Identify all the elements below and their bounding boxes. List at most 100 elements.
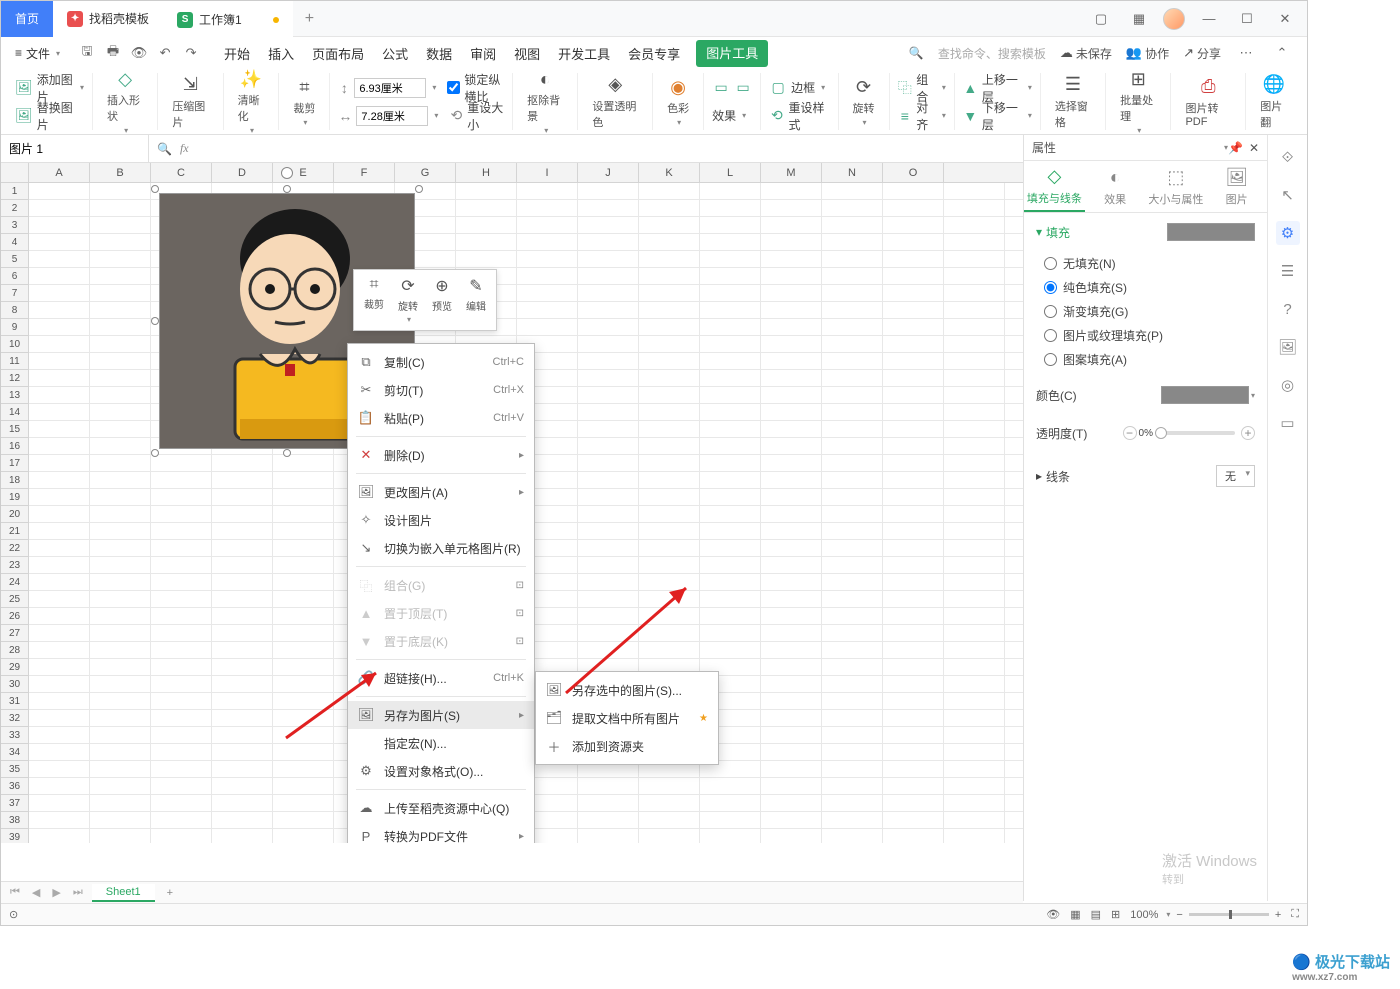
row-header[interactable]: 29 (1, 659, 29, 676)
line-select[interactable]: 无 (1216, 465, 1255, 487)
sheet-nav-last[interactable]: ⏭ (70, 886, 86, 899)
menu-tab-formula[interactable]: 公式 (380, 40, 410, 67)
float-edit-button[interactable]: ✎编辑 (460, 274, 492, 326)
row-header[interactable]: 12 (1, 370, 29, 387)
sub-add-assets[interactable]: ＋添加到资源夹 (536, 732, 718, 760)
sheet-nav-first[interactable]: ⏮ (7, 886, 23, 899)
view-break-icon[interactable]: ⊞ (1111, 908, 1120, 921)
row-header[interactable]: 1 (1, 183, 29, 200)
ctx-embed-cell[interactable]: ↘切换为嵌入单元格图片(R) (348, 534, 534, 562)
row-header[interactable]: 36 (1, 778, 29, 795)
lock-ratio-checkbox[interactable] (447, 81, 460, 94)
row-header[interactable]: 24 (1, 574, 29, 591)
row-header[interactable]: 6 (1, 268, 29, 285)
strip-device-icon[interactable]: ▭ (1276, 411, 1300, 435)
sheet-tab[interactable]: Sheet1 (92, 884, 155, 902)
menu-tab-picture-tools[interactable]: 图片工具 (696, 40, 768, 67)
fx-icon[interactable]: fx (180, 141, 189, 156)
sheet-nav-next[interactable]: ▶ (49, 886, 63, 899)
strip-select-icon[interactable]: ↖ (1276, 183, 1300, 207)
ctx-design-pic[interactable]: ✧设计图片 (348, 506, 534, 534)
row-header[interactable]: 5 (1, 251, 29, 268)
row-header[interactable]: 30 (1, 676, 29, 693)
row-header[interactable]: 13 (1, 387, 29, 404)
row-header[interactable]: 14 (1, 404, 29, 421)
row-header[interactable]: 20 (1, 506, 29, 523)
col-header[interactable]: O (883, 163, 944, 182)
select-all-corner[interactable] (1, 163, 29, 182)
share-button[interactable]: ↗分享 (1183, 45, 1221, 62)
fullscreen-icon[interactable]: ⛶ (1291, 908, 1299, 921)
ctx-save-as-pic[interactable]: 🖼另存为图片(S)▸ (348, 701, 534, 729)
tab-template[interactable]: ✦找稻壳模板 (53, 1, 163, 37)
col-header[interactable]: K (639, 163, 700, 182)
avatar[interactable] (1163, 8, 1185, 30)
fill-section-header[interactable]: ▾ 填充 (1036, 223, 1255, 241)
search-icon[interactable]: 🔍 (909, 46, 924, 60)
col-header[interactable]: E (273, 163, 334, 182)
panel-tab-fill[interactable]: ◇填充与线条 (1024, 161, 1085, 212)
opacity-slider[interactable] (1155, 431, 1235, 435)
col-header[interactable]: H (456, 163, 517, 182)
row-header[interactable]: 31 (1, 693, 29, 710)
col-header[interactable]: J (578, 163, 639, 182)
col-header[interactable]: A (29, 163, 90, 182)
menu-tab-data[interactable]: 数据 (424, 40, 454, 67)
rotate-button[interactable]: ⟳旋转▾ (847, 74, 881, 129)
reset-size-button[interactable]: 重设大小 (467, 99, 504, 133)
fill-gradient-radio[interactable]: 渐变填充(G) (1036, 299, 1255, 323)
ctx-hyperlink[interactable]: 🔗超链接(H)...Ctrl+K (348, 664, 534, 692)
tab-workbook[interactable]: S工作簿1 (163, 1, 293, 37)
float-crop-button[interactable]: ⌗裁剪 (358, 274, 390, 326)
bring-forward-button[interactable]: ▲上移一层▾ (963, 74, 1032, 102)
view-normal-icon[interactable]: ▦ (1070, 908, 1080, 921)
height-input[interactable] (356, 106, 428, 126)
save-icon[interactable]: 🖫 (76, 42, 98, 64)
row-header[interactable]: 37 (1, 795, 29, 812)
pin-icon[interactable]: 📌 (1228, 141, 1243, 155)
row-header[interactable]: 39 (1, 829, 29, 843)
strip-help-icon[interactable]: ? (1276, 297, 1300, 321)
row-header[interactable]: 15 (1, 421, 29, 438)
fill-pattern-radio[interactable]: 图案填充(A) (1036, 347, 1255, 371)
effect-button[interactable]: 效果▾ (712, 102, 752, 130)
row-header[interactable]: 21 (1, 523, 29, 540)
sub-extract-all[interactable]: 🗂提取文档中所有图片★ (536, 704, 718, 732)
col-header[interactable]: M (761, 163, 822, 182)
unsaved-button[interactable]: ☁未保存 (1060, 45, 1112, 62)
panel-tab-effect[interactable]: ◐效果 (1085, 161, 1146, 212)
remove-bg-button[interactable]: ◐抠除背景▾ (521, 66, 569, 137)
view-eye-icon[interactable]: 👁 (1046, 908, 1060, 921)
ctx-upload-docer[interactable]: ☁上传至稻壳资源中心(Q) (348, 794, 534, 822)
strip-list-icon[interactable]: ☰ (1276, 259, 1300, 283)
row-header[interactable]: 7 (1, 285, 29, 302)
preview-icon[interactable]: 👁 (128, 42, 150, 64)
search-input[interactable]: 查找命令、搜索模板 (938, 45, 1046, 62)
col-header[interactable]: L (700, 163, 761, 182)
fill-pic-radio[interactable]: 图片或纹理填充(P) (1036, 323, 1255, 347)
color-button[interactable]: ◉色彩▾ (661, 74, 695, 129)
row-header[interactable]: 4 (1, 234, 29, 251)
apps-icon[interactable]: ▦ (1125, 5, 1153, 33)
fill-preview[interactable] (1167, 223, 1255, 241)
row-header[interactable]: 25 (1, 591, 29, 608)
menu-tab-layout[interactable]: 页面布局 (310, 40, 366, 67)
layout-icon[interactable]: ▢ (1087, 5, 1115, 33)
color-picker[interactable] (1161, 386, 1249, 404)
set-transparent-button[interactable]: ◈设置透明色 (586, 72, 644, 132)
collab-button[interactable]: 👥协作 (1126, 45, 1169, 62)
align-button[interactable]: ≡对齐▾ (898, 102, 946, 130)
row-header[interactable]: 28 (1, 642, 29, 659)
maximize-button[interactable]: ☐ (1233, 5, 1261, 33)
translate-button[interactable]: 🌐图片翻 (1254, 72, 1293, 132)
send-backward-button[interactable]: ▼下移一层▾ (963, 102, 1032, 130)
menu-tab-insert[interactable]: 插入 (266, 40, 296, 67)
float-preview-button[interactable]: ⊕预览 (426, 274, 458, 326)
width-input[interactable] (354, 78, 426, 98)
tab-new[interactable]: + (293, 10, 326, 28)
strip-assistant-icon[interactable]: ⟐ (1276, 145, 1300, 169)
strip-gallery-icon[interactable]: 🖼 (1276, 335, 1300, 359)
ctx-paste[interactable]: 📋粘贴(P)Ctrl+V (348, 404, 534, 432)
undo-icon[interactable]: ↶ (154, 42, 176, 64)
row-header[interactable]: 38 (1, 812, 29, 829)
